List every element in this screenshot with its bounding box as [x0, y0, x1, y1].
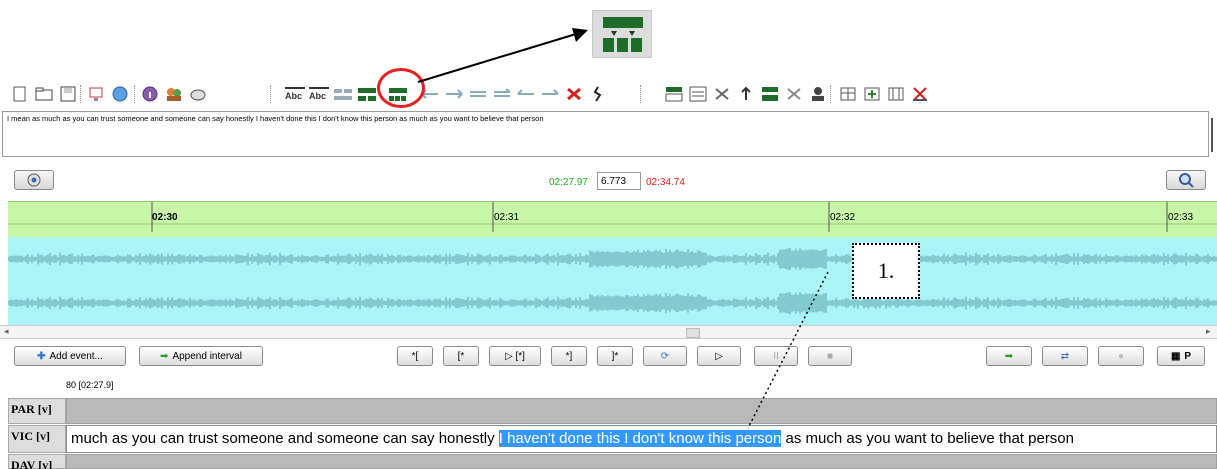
annotation-overlay [417, 28, 829, 429]
annotation-note: 1. [852, 243, 920, 299]
annotation-note-label: 1. [877, 258, 895, 283]
